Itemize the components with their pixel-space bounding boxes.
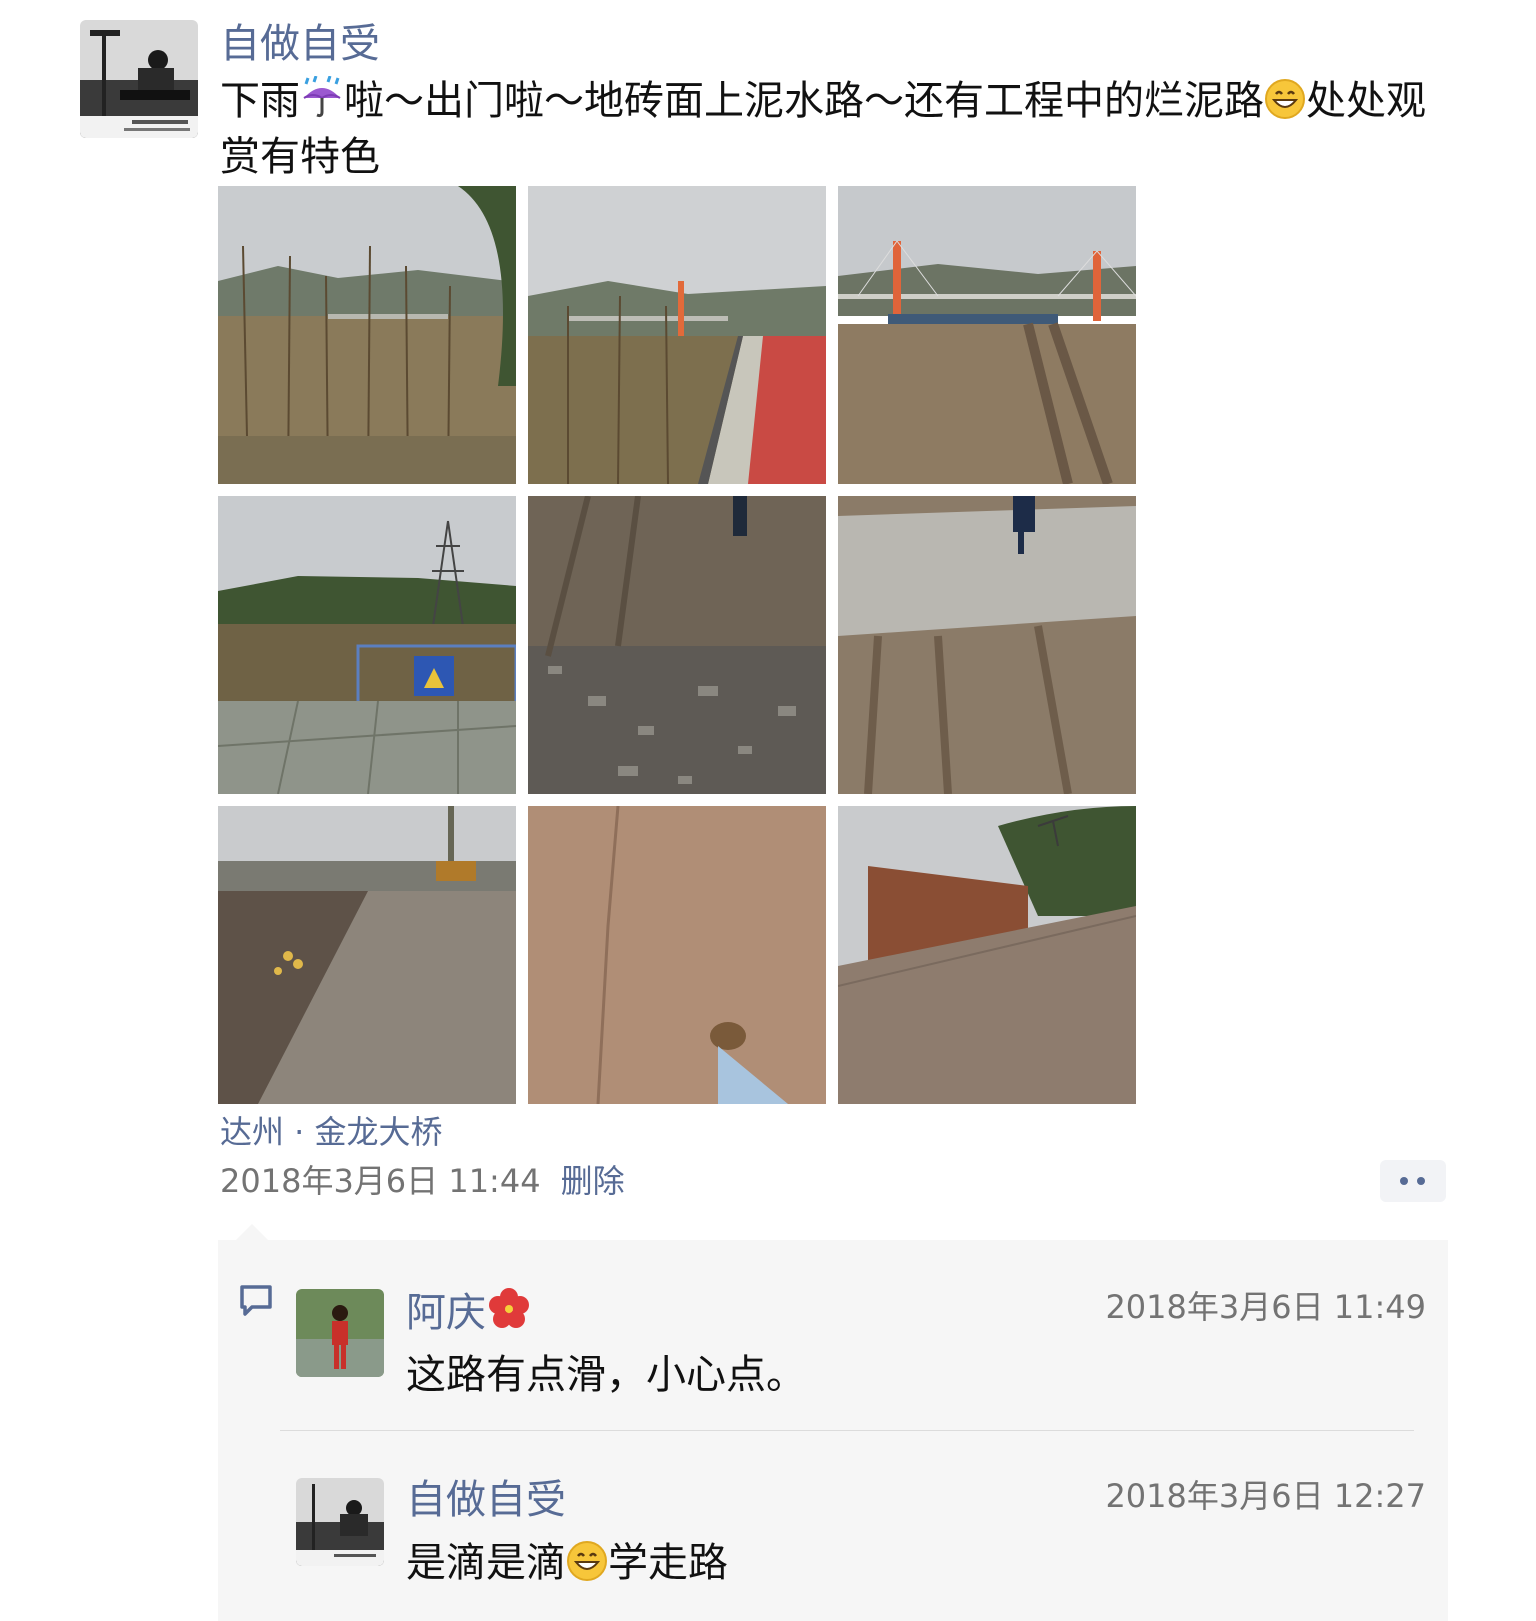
- photo-foot-on-mud[interactable]: [528, 806, 826, 1104]
- dot-icon: [1400, 1177, 1408, 1185]
- comment-author-name[interactable]: 阿庆: [406, 1286, 532, 1344]
- umbrella-rain-emoji-icon: [300, 75, 344, 132]
- post-text: 下雨 啦～出门啦～地砖面上泥水路～还有工程中的烂泥路 处处观赏有特色: [220, 75, 1460, 182]
- post-author-name[interactable]: 自做自受: [220, 18, 380, 70]
- more-actions-button[interactable]: [1380, 1160, 1446, 1202]
- comment-divider: [280, 1430, 1414, 1431]
- photo-red-path-bridge[interactable]: [528, 186, 826, 484]
- photo-puddle-excavator[interactable]: [218, 806, 516, 1104]
- grinning-face-emoji-icon: [1264, 78, 1306, 132]
- delete-button[interactable]: 删除: [561, 1162, 625, 1200]
- photo-brick-wall-road[interactable]: [838, 806, 1136, 1104]
- comment-author-avatar[interactable]: [296, 1478, 384, 1566]
- photo-riverside-trees[interactable]: [218, 186, 516, 484]
- post-author-avatar[interactable]: [80, 20, 198, 138]
- comments-pointer: [236, 1224, 268, 1240]
- comment-text-part2: 学走路: [608, 1540, 728, 1586]
- post-meta: 2018年3月6日 11:44 删除: [220, 1160, 625, 1202]
- photo-muddy-bridge-site[interactable]: [838, 186, 1136, 484]
- dot-icon: [1417, 1177, 1425, 1185]
- photo-wet-mud-road[interactable]: [838, 496, 1136, 794]
- post-location[interactable]: 达州 · 金龙大桥: [220, 1112, 443, 1152]
- post-time: 2018年3月6日 11:44: [220, 1162, 541, 1200]
- post-text-part2: 啦～出门啦～地砖面上泥水路～还有工程中的烂泥路: [344, 78, 1264, 124]
- comment-author-text[interactable]: 阿庆: [406, 1290, 486, 1336]
- comment-text: 是滴是滴 学走路: [406, 1538, 728, 1594]
- comment-text: 这路有点滑，小心点。: [406, 1352, 806, 1398]
- comment-time: 2018年3月6日 11:49: [1105, 1288, 1426, 1326]
- comment-time: 2018年3月6日 12:27: [1105, 1477, 1426, 1515]
- hibiscus-flower-emoji-icon: [486, 1286, 532, 1344]
- comment-author-name[interactable]: 自做自受: [406, 1475, 566, 1525]
- grinning-face-emoji-icon: [566, 1540, 608, 1594]
- photo-pylon-construction[interactable]: [218, 496, 516, 794]
- post-text-part1: 下雨: [220, 78, 300, 124]
- comment-author-avatar[interactable]: [296, 1289, 384, 1377]
- photo-gravel-mud-road[interactable]: [528, 496, 826, 794]
- photo-grid: [218, 186, 1136, 1104]
- comment-bubble-icon: [238, 1283, 274, 1321]
- comment-text-part1: 是滴是滴: [406, 1540, 566, 1586]
